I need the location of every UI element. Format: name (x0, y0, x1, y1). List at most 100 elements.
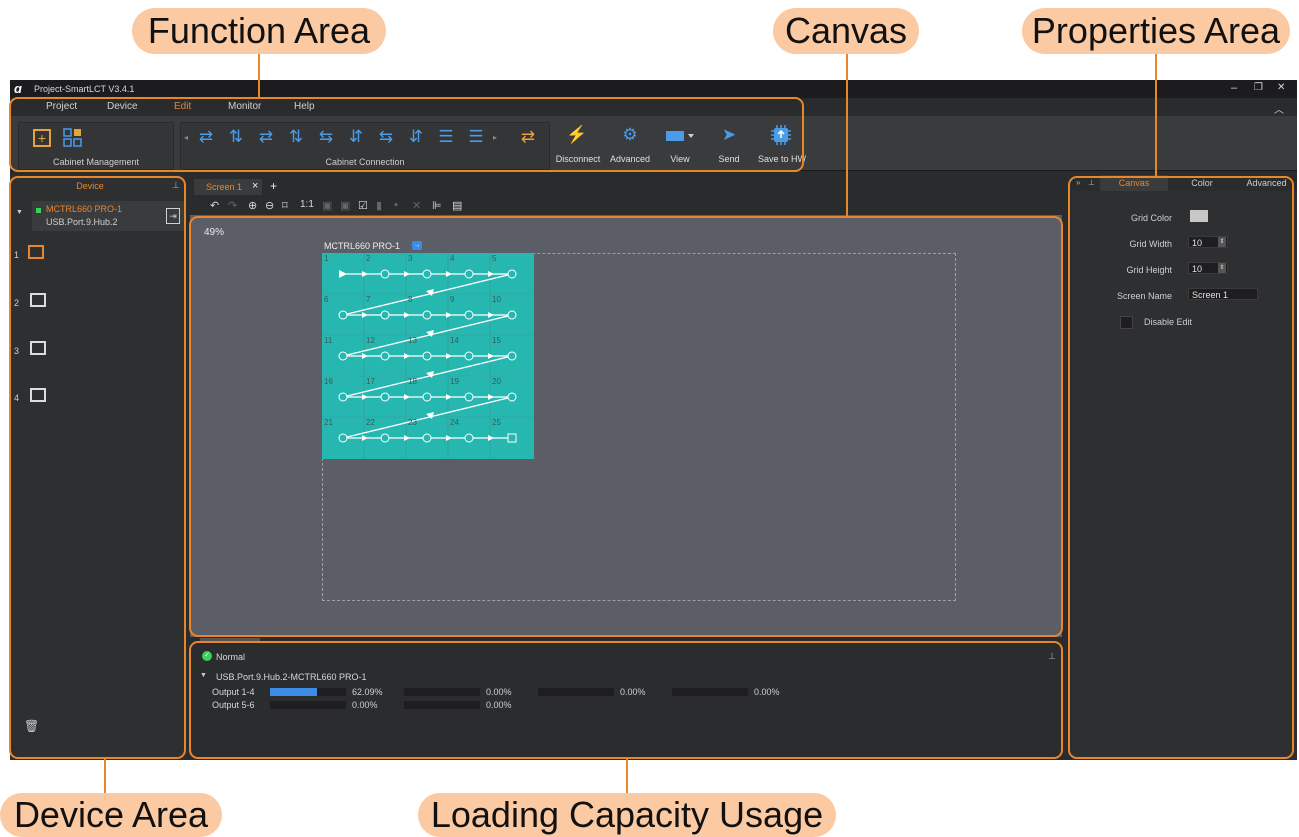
connection-pattern-icon[interactable]: ⇄ (195, 128, 217, 145)
capacity-bar (270, 701, 346, 709)
connection-pattern-icon[interactable]: ⇄ (517, 128, 539, 145)
save-to-hw-button[interactable]: Save to HW (754, 154, 810, 164)
zoom-out-icon[interactable]: ⊖ (265, 199, 274, 212)
status-text: Normal (216, 652, 246, 662)
view-button[interactable]: View (662, 154, 698, 164)
save-to-hw-chip-icon[interactable] (770, 125, 792, 148)
fit-icon[interactable]: ⌑ (282, 199, 288, 212)
connection-pattern-icon[interactable]: ⇵ (345, 128, 367, 145)
cabinet-number: 11 (324, 336, 333, 345)
login-icon[interactable]: ⇥ (166, 208, 180, 224)
minimize-icon[interactable]: – (1231, 82, 1237, 94)
pin-icon[interactable]: ⊥ (1048, 651, 1056, 662)
delete-icon[interactable]: ▮ (376, 199, 382, 212)
align-left-icon[interactable]: ⊫ (432, 199, 442, 212)
close-tab-icon[interactable]: × (252, 180, 258, 192)
paste-icon[interactable]: ▣ (340, 199, 350, 212)
leader-line (258, 54, 260, 97)
connection-pattern-icon[interactable]: ⇅ (225, 128, 247, 145)
menu-project[interactable]: Project (46, 101, 77, 112)
mirror-icon[interactable]: ▪ (394, 199, 398, 211)
scroll-left-icon[interactable]: ◂ (184, 133, 188, 142)
menu-edit[interactable]: Edit (174, 101, 191, 112)
advanced-button[interactable]: Advanced (606, 154, 654, 164)
menu-monitor[interactable]: Monitor (228, 101, 261, 112)
port-name: USB.Port.9.Hub.2 (46, 217, 118, 227)
callout-canvas: Canvas (773, 8, 919, 54)
send-button[interactable]: Send (710, 154, 748, 164)
connection-pattern-icon[interactable]: ☰ (465, 128, 487, 145)
callout-device-area: Device Area (0, 793, 222, 837)
stepper-icon[interactable]: ⇕ (1218, 237, 1226, 247)
network-port-icon[interactable] (30, 341, 46, 355)
copy-icon[interactable]: ▣ (322, 199, 332, 212)
capacity-percent: 62.09% (352, 687, 383, 697)
capacity-percent: 0.00% (352, 700, 378, 710)
restore-icon[interactable]: ❐ (1254, 82, 1263, 93)
menu-device[interactable]: Device (107, 101, 138, 112)
canvas-area[interactable]: 49% MCTRL660 PRO-1 → 1 2 3 4 5 6 7 8 9 1… (190, 215, 1062, 637)
disconnect-icon[interactable]: ⚡ (566, 126, 588, 143)
output-label: Output 1-4 (212, 687, 255, 697)
tab-screen-1[interactable]: Screen 1 × (194, 179, 262, 195)
disable-edit-checkbox[interactable] (1120, 316, 1133, 329)
grid-color-swatch[interactable] (1190, 210, 1208, 222)
cabinet-number: 13 (408, 336, 417, 345)
cabinet-management-group: + Cabinet Management (18, 122, 174, 170)
collapse-ribbon-icon[interactable]: ︿ (1274, 101, 1284, 116)
connection-pattern-icon[interactable]: ☰ (435, 128, 457, 145)
port-number: 2 (14, 298, 20, 308)
screen-name-input[interactable]: Screen 1 (1188, 288, 1258, 300)
connection-pattern-icon[interactable]: ⇆ (375, 128, 397, 145)
connection-pattern-icon[interactable]: ⇅ (285, 128, 307, 145)
network-port-icon[interactable] (30, 293, 46, 307)
add-tab-icon[interactable]: + (270, 179, 277, 193)
add-cabinet-icon[interactable]: + (33, 129, 51, 147)
undo-icon[interactable]: ↶ (210, 199, 219, 212)
tab-advanced[interactable]: Advanced (1236, 175, 1297, 191)
view-icon[interactable] (666, 128, 696, 145)
horizontal-scrollbar[interactable] (190, 637, 1062, 643)
select-icon[interactable]: ☑ (358, 199, 368, 212)
menu-help[interactable]: Help (294, 101, 315, 112)
stepper-icon[interactable]: ⇕ (1218, 263, 1226, 273)
leader-line (104, 758, 106, 793)
connection-pattern-icon[interactable]: ⇵ (405, 128, 427, 145)
network-port-icon[interactable] (28, 245, 44, 259)
leader-line (846, 54, 848, 218)
redo-icon[interactable]: ↷ (228, 199, 237, 212)
expand-icon[interactable]: ▼ (200, 672, 207, 679)
cabinet-number: 15 (492, 336, 501, 345)
cabinet-connection-label: Cabinet Connection (325, 157, 405, 167)
controller-badge-icon[interactable]: → (412, 241, 422, 250)
connection-pattern-icon[interactable]: ⇄ (255, 128, 277, 145)
device-tree-item[interactable]: ▼ MCTRL660 PRO-1 USB.Port.9.Hub.2 ⇥ (16, 201, 184, 231)
remove-icon[interactable]: ✕ (412, 199, 421, 212)
disable-edit-label: Disable Edit (1144, 317, 1193, 327)
network-port-icon[interactable] (30, 388, 46, 402)
connection-pattern-icon[interactable]: ⇆ (315, 128, 337, 145)
cabinet-library-icon[interactable] (63, 128, 83, 151)
cabinet-grid[interactable]: 1 2 3 4 5 6 7 8 9 10 11 12 13 14 15 16 17 18 19 20 21 22 23 24 2… (322, 253, 534, 459)
tab-canvas[interactable]: Canvas (1100, 175, 1168, 191)
cabinet-number: 18 (408, 377, 417, 386)
expand-icon[interactable]: ▼ (16, 209, 23, 216)
collapse-icon[interactable]: » (1076, 178, 1080, 187)
advanced-gear-icon[interactable]: ⚙ (619, 126, 641, 143)
pin-icon[interactable]: ⊥ (1088, 178, 1095, 187)
actual-size-button[interactable]: 1:1 (300, 199, 314, 210)
align-top-icon[interactable]: ▤ (452, 199, 462, 212)
trash-icon[interactable]: 🗑 (24, 719, 39, 733)
close-icon[interactable]: ✕ (1277, 82, 1285, 93)
scrollbar-thumb[interactable] (200, 638, 260, 642)
scroll-right-icon[interactable]: ▸ (493, 133, 497, 142)
send-icon[interactable]: ➤ (718, 126, 740, 143)
status-green-icon (36, 208, 41, 213)
pin-icon[interactable]: ⊥ (172, 180, 180, 191)
normal-status-icon: ✓ (202, 651, 212, 661)
cabinet-number: 19 (450, 377, 459, 386)
zoom-in-icon[interactable]: ⊕ (248, 199, 257, 212)
grid-height-label: Grid Height (1126, 265, 1172, 275)
tab-color[interactable]: Color (1168, 175, 1236, 191)
disconnect-button[interactable]: Disconnect (550, 154, 606, 164)
